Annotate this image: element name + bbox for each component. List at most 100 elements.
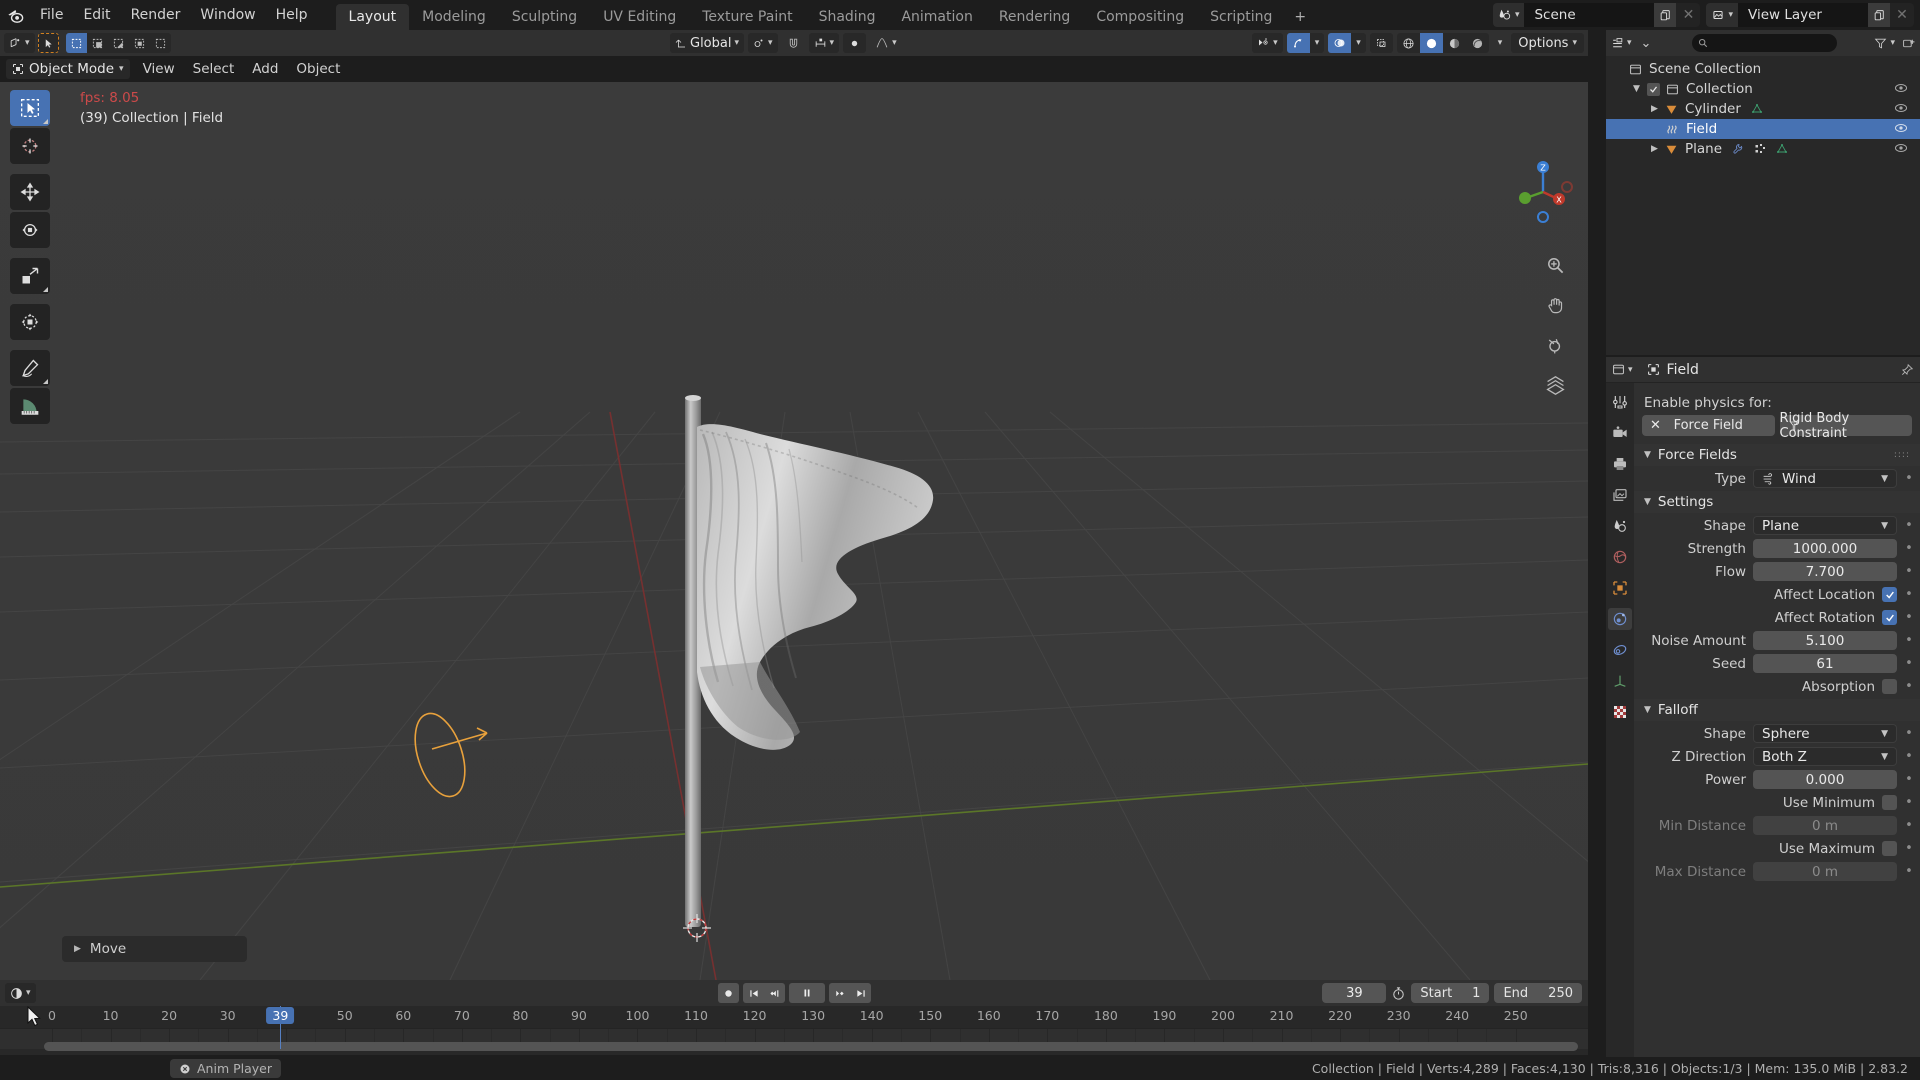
menu-render[interactable]: Render bbox=[121, 4, 191, 26]
checkbox-absorption[interactable] bbox=[1882, 679, 1897, 694]
camera-icon[interactable] bbox=[1542, 332, 1568, 358]
frame-start-field[interactable]: Start 1 bbox=[1411, 983, 1489, 1003]
timeline-editor-type[interactable]: ▾ bbox=[5, 983, 36, 1003]
timeline-editor[interactable]: ▾ 39 bbox=[0, 980, 1588, 1055]
xray-toggle[interactable] bbox=[1370, 33, 1393, 53]
select-mode-cursor-group[interactable] bbox=[38, 33, 59, 53]
blender-logo-icon[interactable] bbox=[0, 0, 30, 30]
editor-type-selector[interactable]: ▾ bbox=[4, 33, 35, 53]
tool-rotate[interactable] bbox=[10, 212, 50, 248]
property-value-flow[interactable]: 7.700 bbox=[1753, 562, 1897, 581]
tab-constraints-icon[interactable] bbox=[1608, 639, 1632, 661]
auto-keying-record-icon[interactable] bbox=[718, 983, 739, 1003]
outliner-row-scene-collection[interactable]: Scene Collection bbox=[1606, 59, 1920, 79]
outliner-row-field[interactable]: Field bbox=[1606, 119, 1920, 139]
object-mode-selector[interactable]: Object Mode ▾ bbox=[6, 59, 130, 79]
scene-browse-icon[interactable]: ▾ bbox=[1493, 3, 1525, 27]
animate-property-dot[interactable]: • bbox=[1904, 864, 1914, 879]
eye-visibility-icon[interactable] bbox=[1894, 81, 1908, 95]
outliner-editor-type[interactable]: ▾ bbox=[1611, 37, 1632, 50]
workspace-tab-compositing[interactable]: Compositing bbox=[1083, 4, 1197, 30]
jump-start-icon[interactable] bbox=[743, 983, 764, 1003]
animate-property-dot[interactable]: • bbox=[1904, 541, 1914, 556]
tab-render-icon[interactable] bbox=[1608, 422, 1632, 444]
tab-physics-icon[interactable] bbox=[1608, 608, 1632, 630]
overlays-toggle[interactable] bbox=[1328, 33, 1351, 53]
tab-view-layer-icon[interactable] bbox=[1608, 484, 1632, 506]
animate-property-dot[interactable]: • bbox=[1904, 841, 1914, 856]
animate-property-dot[interactable]: • bbox=[1904, 749, 1914, 764]
tab-output-icon[interactable] bbox=[1608, 453, 1632, 475]
workspace-tab-shading[interactable]: Shading bbox=[806, 4, 889, 30]
tab-scene-icon[interactable] bbox=[1608, 515, 1632, 537]
property-value-z-direction[interactable]: Both Z▼ bbox=[1753, 747, 1897, 766]
mesh-data-icon[interactable] bbox=[1776, 143, 1788, 155]
rendered-shading-icon[interactable] bbox=[1466, 33, 1489, 53]
delete-scene-icon[interactable]: ✕ bbox=[1676, 3, 1700, 27]
shading-mode-group[interactable] bbox=[1397, 33, 1489, 53]
menu-file[interactable]: File bbox=[30, 4, 73, 26]
frame-end-field[interactable]: End 250 bbox=[1494, 983, 1582, 1003]
view-layer-name[interactable]: View Layer bbox=[1738, 3, 1868, 27]
checkbox-use-maximum[interactable] bbox=[1882, 841, 1897, 856]
properties-content[interactable]: Enable physics for: ✕ Force Field Rigid … bbox=[1634, 383, 1920, 1057]
physics-icon[interactable] bbox=[1754, 143, 1766, 155]
collection-checkbox[interactable] bbox=[1647, 83, 1660, 96]
force-field-type-dropdown[interactable]: Wind ▼ bbox=[1753, 469, 1897, 488]
tweak-cursor-icon[interactable] bbox=[38, 33, 59, 53]
gizmos-toggle[interactable] bbox=[1287, 33, 1310, 53]
outliner-new-collection-icon[interactable] bbox=[1902, 37, 1915, 50]
animate-property-dot[interactable]: • bbox=[1904, 633, 1914, 648]
falloff-panel-header[interactable]: ▼ Falloff bbox=[1634, 699, 1920, 721]
property-value-strength[interactable]: 1000.000 bbox=[1753, 539, 1897, 558]
select-mode-group[interactable] bbox=[66, 33, 171, 53]
overlay-toggle-group[interactable]: ▾ bbox=[1328, 33, 1366, 53]
tab-object-data-icon[interactable] bbox=[1608, 670, 1632, 692]
close-icon[interactable] bbox=[179, 1063, 191, 1075]
properties-tab-column[interactable] bbox=[1606, 383, 1634, 1057]
select-subtract-icon[interactable] bbox=[108, 33, 129, 53]
outliner-filter-icon[interactable]: ▾ bbox=[1874, 37, 1895, 50]
outliner-tree[interactable]: Scene Collection▼Collection▶CylinderFiel… bbox=[1606, 56, 1920, 159]
tool-tweak-select[interactable] bbox=[10, 90, 50, 126]
grid-ortho-icon[interactable] bbox=[1542, 372, 1568, 398]
solid-shading-icon[interactable] bbox=[1420, 33, 1443, 53]
collapse-triangle-icon[interactable]: ▶ bbox=[1648, 104, 1661, 114]
prev-keyframe-icon[interactable] bbox=[764, 983, 785, 1003]
eye-visibility-icon[interactable] bbox=[1894, 121, 1908, 135]
eye-visibility-icon[interactable] bbox=[1894, 141, 1908, 155]
transform-orientation-selector[interactable]: Global ▾ bbox=[670, 33, 744, 53]
workspace-tab-uv-editing[interactable]: UV Editing bbox=[590, 4, 689, 30]
transport-group[interactable] bbox=[743, 983, 785, 1003]
timeline-horizontal-scrollbar[interactable] bbox=[44, 1042, 1578, 1051]
select-intersect-icon[interactable] bbox=[150, 33, 171, 53]
tab-texture-icon[interactable] bbox=[1608, 701, 1632, 723]
new-view-layer-icon[interactable] bbox=[1868, 3, 1890, 27]
jump-end-icon[interactable] bbox=[850, 983, 871, 1003]
checkbox-affect-rotation[interactable] bbox=[1882, 610, 1897, 625]
timeline-ruler[interactable]: 0102030405060708090100110120130140150160… bbox=[0, 1006, 1588, 1028]
outliner-row-plane[interactable]: ▶Plane bbox=[1606, 139, 1920, 159]
viewport-menu-select[interactable]: Select bbox=[184, 59, 244, 79]
tool-transform[interactable] bbox=[10, 304, 50, 340]
outliner-display-mode[interactable]: ⌄ bbox=[1641, 36, 1652, 51]
animate-property-dot[interactable]: • bbox=[1904, 564, 1914, 579]
rigid-body-constraint-button[interactable]: Rigid Body Constraint bbox=[1780, 415, 1913, 436]
viewport-menu-view[interactable]: View bbox=[134, 59, 184, 79]
zoom-icon[interactable] bbox=[1542, 252, 1568, 278]
outliner-row-collection[interactable]: ▼Collection bbox=[1606, 79, 1920, 99]
transport-group-2[interactable] bbox=[829, 983, 871, 1003]
property-value-shape[interactable]: Plane▼ bbox=[1753, 516, 1897, 535]
material-preview-shading-icon[interactable] bbox=[1443, 33, 1466, 53]
snap-magnet-icon[interactable] bbox=[782, 33, 805, 53]
animate-property-dot[interactable]: • bbox=[1904, 518, 1914, 533]
animate-property-dot[interactable]: • bbox=[1904, 471, 1914, 486]
show-gizmo-selector[interactable]: ▾ bbox=[1252, 33, 1283, 53]
view-layer-selector[interactable]: ▾ View Layer ✕ bbox=[1706, 3, 1914, 27]
outliner[interactable]: ▾ ⌄ ▾ Scene Collection▼Collection▶Cylind… bbox=[1606, 30, 1920, 355]
record-group[interactable] bbox=[718, 983, 739, 1003]
playhead-frame-badge[interactable]: 39 bbox=[266, 1007, 294, 1024]
add-workspace-button[interactable]: + bbox=[1285, 4, 1315, 30]
shading-options-chevron[interactable]: ▾ bbox=[1493, 33, 1508, 53]
workspace-tab-sculpting[interactable]: Sculpting bbox=[499, 4, 590, 30]
